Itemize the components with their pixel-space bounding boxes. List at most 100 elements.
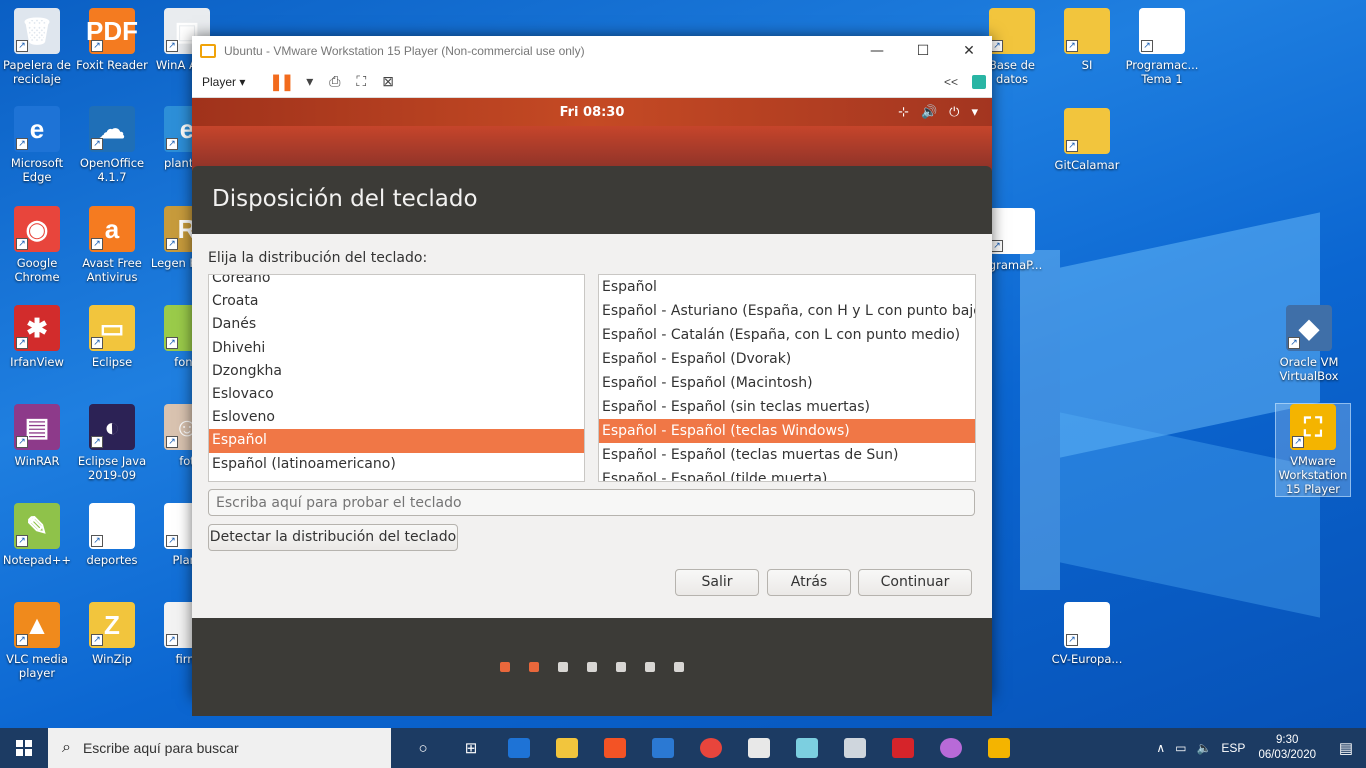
desktop-icon[interactable]: ↗ GitCalamar [1050, 108, 1124, 172]
desktop-icon[interactable]: ↗ SI [1050, 8, 1124, 72]
paint-icon[interactable] [735, 728, 783, 768]
layout-prompt: Elija la distribución del teclado: [208, 250, 428, 266]
clock-date: 06/03/2020 [1258, 749, 1316, 761]
guest-display[interactable]: Fri 08:30 ⊹ 🔊 ⏻ ▾ Disposición del teclad… [192, 98, 992, 716]
ubuntu-clock[interactable]: Fri 08:30 [560, 105, 625, 120]
maximize-button[interactable]: ☐ [900, 36, 946, 66]
variant-list-item[interactable]: Español - Catalán (España, con L con pun… [599, 323, 975, 347]
desktop-icon-image: ▤ ↗ [14, 404, 60, 450]
network-icon[interactable]: ⊹ [898, 105, 909, 120]
desktop-icon-label: Microsoft Edge [10, 156, 64, 184]
desktop-icon[interactable]: ↗ CV-Europa... [1050, 602, 1124, 666]
desktop-icon[interactable]: e ↗ Microsoft Edge [0, 106, 74, 184]
base-icon[interactable] [879, 728, 927, 768]
desktop-icon[interactable]: Z ↗ WinZip [75, 602, 149, 666]
search-placeholder: Escribe aquí para buscar [82, 740, 239, 756]
keyboard-test-input[interactable] [208, 489, 975, 516]
desktop-icon[interactable]: ⛶ ↗ VMware Workstation 15 Player [1275, 403, 1351, 497]
desktop-icon[interactable]: ◉ ↗ Google Chrome [0, 206, 74, 284]
desktop-icon[interactable]: ▭ ↗ Eclipse [75, 305, 149, 369]
system-menu-chevron-down-icon[interactable]: ▾ [971, 105, 978, 120]
variant-list[interactable]: Español Español - Asturiano (España, con … [598, 274, 976, 482]
layout-list[interactable]: Coreano Croata Danés Dhivehi Dzongkha Eslovac… [208, 274, 585, 482]
continue-button[interactable]: Continuar [858, 569, 972, 596]
fullscreen-icon[interactable]: ⛶ [356, 73, 366, 90]
desktop-icon-label: Oracle VM VirtualBox [1279, 355, 1339, 383]
send-ctrl-alt-del-icon[interactable]: ⎙ [329, 73, 340, 90]
variant-list-item[interactable]: Español - Español (teclas muertas de Sun… [599, 443, 975, 467]
variant-list-item[interactable]: Español [599, 275, 975, 299]
layout-list-item[interactable]: Español [209, 429, 584, 453]
desktop-icon[interactable]: ↗ Programac... Tema 1 [1125, 8, 1199, 86]
taskbar-search-box[interactable]: ⌕ Escribe aquí para buscar [48, 728, 391, 768]
desktop-icon-image: a ↗ [89, 206, 135, 252]
notes-app-icon[interactable] [783, 728, 831, 768]
dropdown-arrow-icon[interactable]: ▾ [306, 73, 313, 90]
layout-list-item[interactable]: Español (latinoamericano) [209, 453, 584, 476]
pause-icon[interactable]: ❚❚ [269, 72, 294, 92]
progress-dot [587, 662, 597, 672]
start-button[interactable] [0, 728, 48, 768]
edge-taskbar-icon[interactable] [495, 728, 543, 768]
detect-layout-button[interactable]: Detectar la distribución del teclado [208, 524, 458, 551]
unity-icon[interactable]: ⊠ [382, 73, 394, 90]
shortcut-arrow-icon: ↗ [16, 535, 28, 547]
progress-dot [645, 662, 655, 672]
timeline-icon[interactable]: ⊞ [447, 728, 495, 768]
variant-list-item[interactable]: Español - Español (sin teclas muertas) [599, 395, 975, 419]
notification-icon[interactable]: ▤ [1326, 739, 1366, 757]
shortcut-arrow-icon: ↗ [1141, 40, 1153, 52]
variant-list-item[interactable]: Español - Español (teclas Windows) [599, 419, 975, 443]
shortcut-arrow-icon: ↗ [91, 40, 103, 52]
paint3d-icon[interactable] [927, 728, 975, 768]
layout-list-item[interactable]: Esloveno [209, 406, 584, 429]
player-menu[interactable]: Player ▾ [202, 75, 245, 89]
desktop-icon-image: e ↗ [989, 208, 1035, 254]
minimize-button[interactable]: — [854, 36, 900, 66]
desktop-icon[interactable]: ◆ ↗ Oracle VM VirtualBox [1272, 305, 1346, 383]
desktop-icon[interactable]: ☁ ↗ OpenOffice 4.1.7 [75, 106, 149, 184]
chrome-taskbar-icon[interactable] [687, 728, 735, 768]
taskbar: ⌕ Escribe aquí para buscar ○ ⊞ ∧ ▭ 🔈 ESP… [0, 728, 1366, 768]
layout-list-item[interactable]: Eslovaco [209, 383, 584, 406]
variant-list-item[interactable]: Español - Español (Dvorak) [599, 347, 975, 371]
power-icon[interactable]: ⏻ [949, 105, 959, 120]
shortcut-arrow-icon: ↗ [166, 634, 178, 646]
desktop-icon[interactable]: a ↗ Avast Free Antivirus [75, 206, 149, 284]
language-indicator[interactable]: ESP [1221, 741, 1245, 755]
desktop-icon[interactable]: ↗ deportes [75, 503, 149, 567]
variant-list-item[interactable]: Español - Español (Macintosh) [599, 371, 975, 395]
volume-icon[interactable]: 🔊 [921, 105, 937, 120]
vmware-taskbar-icon[interactable] [975, 728, 1023, 768]
back-button[interactable]: Atrás [767, 569, 851, 596]
desktop-icon-label: Foxit Reader [76, 58, 148, 72]
variant-list-item[interactable]: Español - Español (tilde muerta) [599, 467, 975, 481]
desktop-icon[interactable]: ✎ ↗ Notepad++ [0, 503, 74, 567]
desktop-icon[interactable]: PDF ↗ Foxit Reader [75, 8, 149, 72]
desktop-icon[interactable]: 🗑 ↗ Papelera de reciclaje [0, 8, 74, 86]
layout-list-item[interactable]: Croata [209, 290, 584, 313]
layout-list-item[interactable]: Dzongkha [209, 360, 584, 383]
collapse-toolbar-button[interactable]: << [944, 75, 958, 89]
desktop-icon-image: ▭ ↗ [89, 305, 135, 351]
notes-icon[interactable] [972, 74, 986, 89]
network-tray-icon[interactable]: ▭ [1175, 741, 1186, 755]
close-button[interactable]: ✕ [946, 36, 992, 66]
layout-list-item[interactable]: Danés [209, 313, 584, 336]
layout-list-item[interactable]: Dhivehi [209, 337, 584, 360]
mail-icon[interactable] [639, 728, 687, 768]
desktop-icon[interactable]: ▲ ↗ VLC media player [0, 602, 74, 680]
variant-list-item[interactable]: Español - Asturiano (España, con H y L c… [599, 299, 975, 323]
mute-icon[interactable]: 🔈 [1196, 741, 1211, 755]
chevron-up-icon[interactable]: ∧ [1156, 741, 1165, 755]
layout-list-item[interactable]: Coreano [209, 275, 584, 290]
task-view-icon[interactable]: ○ [399, 728, 447, 768]
desktop-icon[interactable]: ▤ ↗ WinRAR [0, 404, 74, 468]
store-icon[interactable] [591, 728, 639, 768]
quit-button[interactable]: Salir [675, 569, 759, 596]
desktop-icon[interactable]: ◐ ↗ Eclipse Java 2019-09 [75, 404, 149, 482]
file-explorer-icon[interactable] [543, 728, 591, 768]
taskbar-clock[interactable]: 9:30 06/03/2020 [1258, 733, 1316, 763]
desktop-icon[interactable]: ✱ ↗ IrfanView [0, 305, 74, 369]
scanner-icon[interactable] [831, 728, 879, 768]
